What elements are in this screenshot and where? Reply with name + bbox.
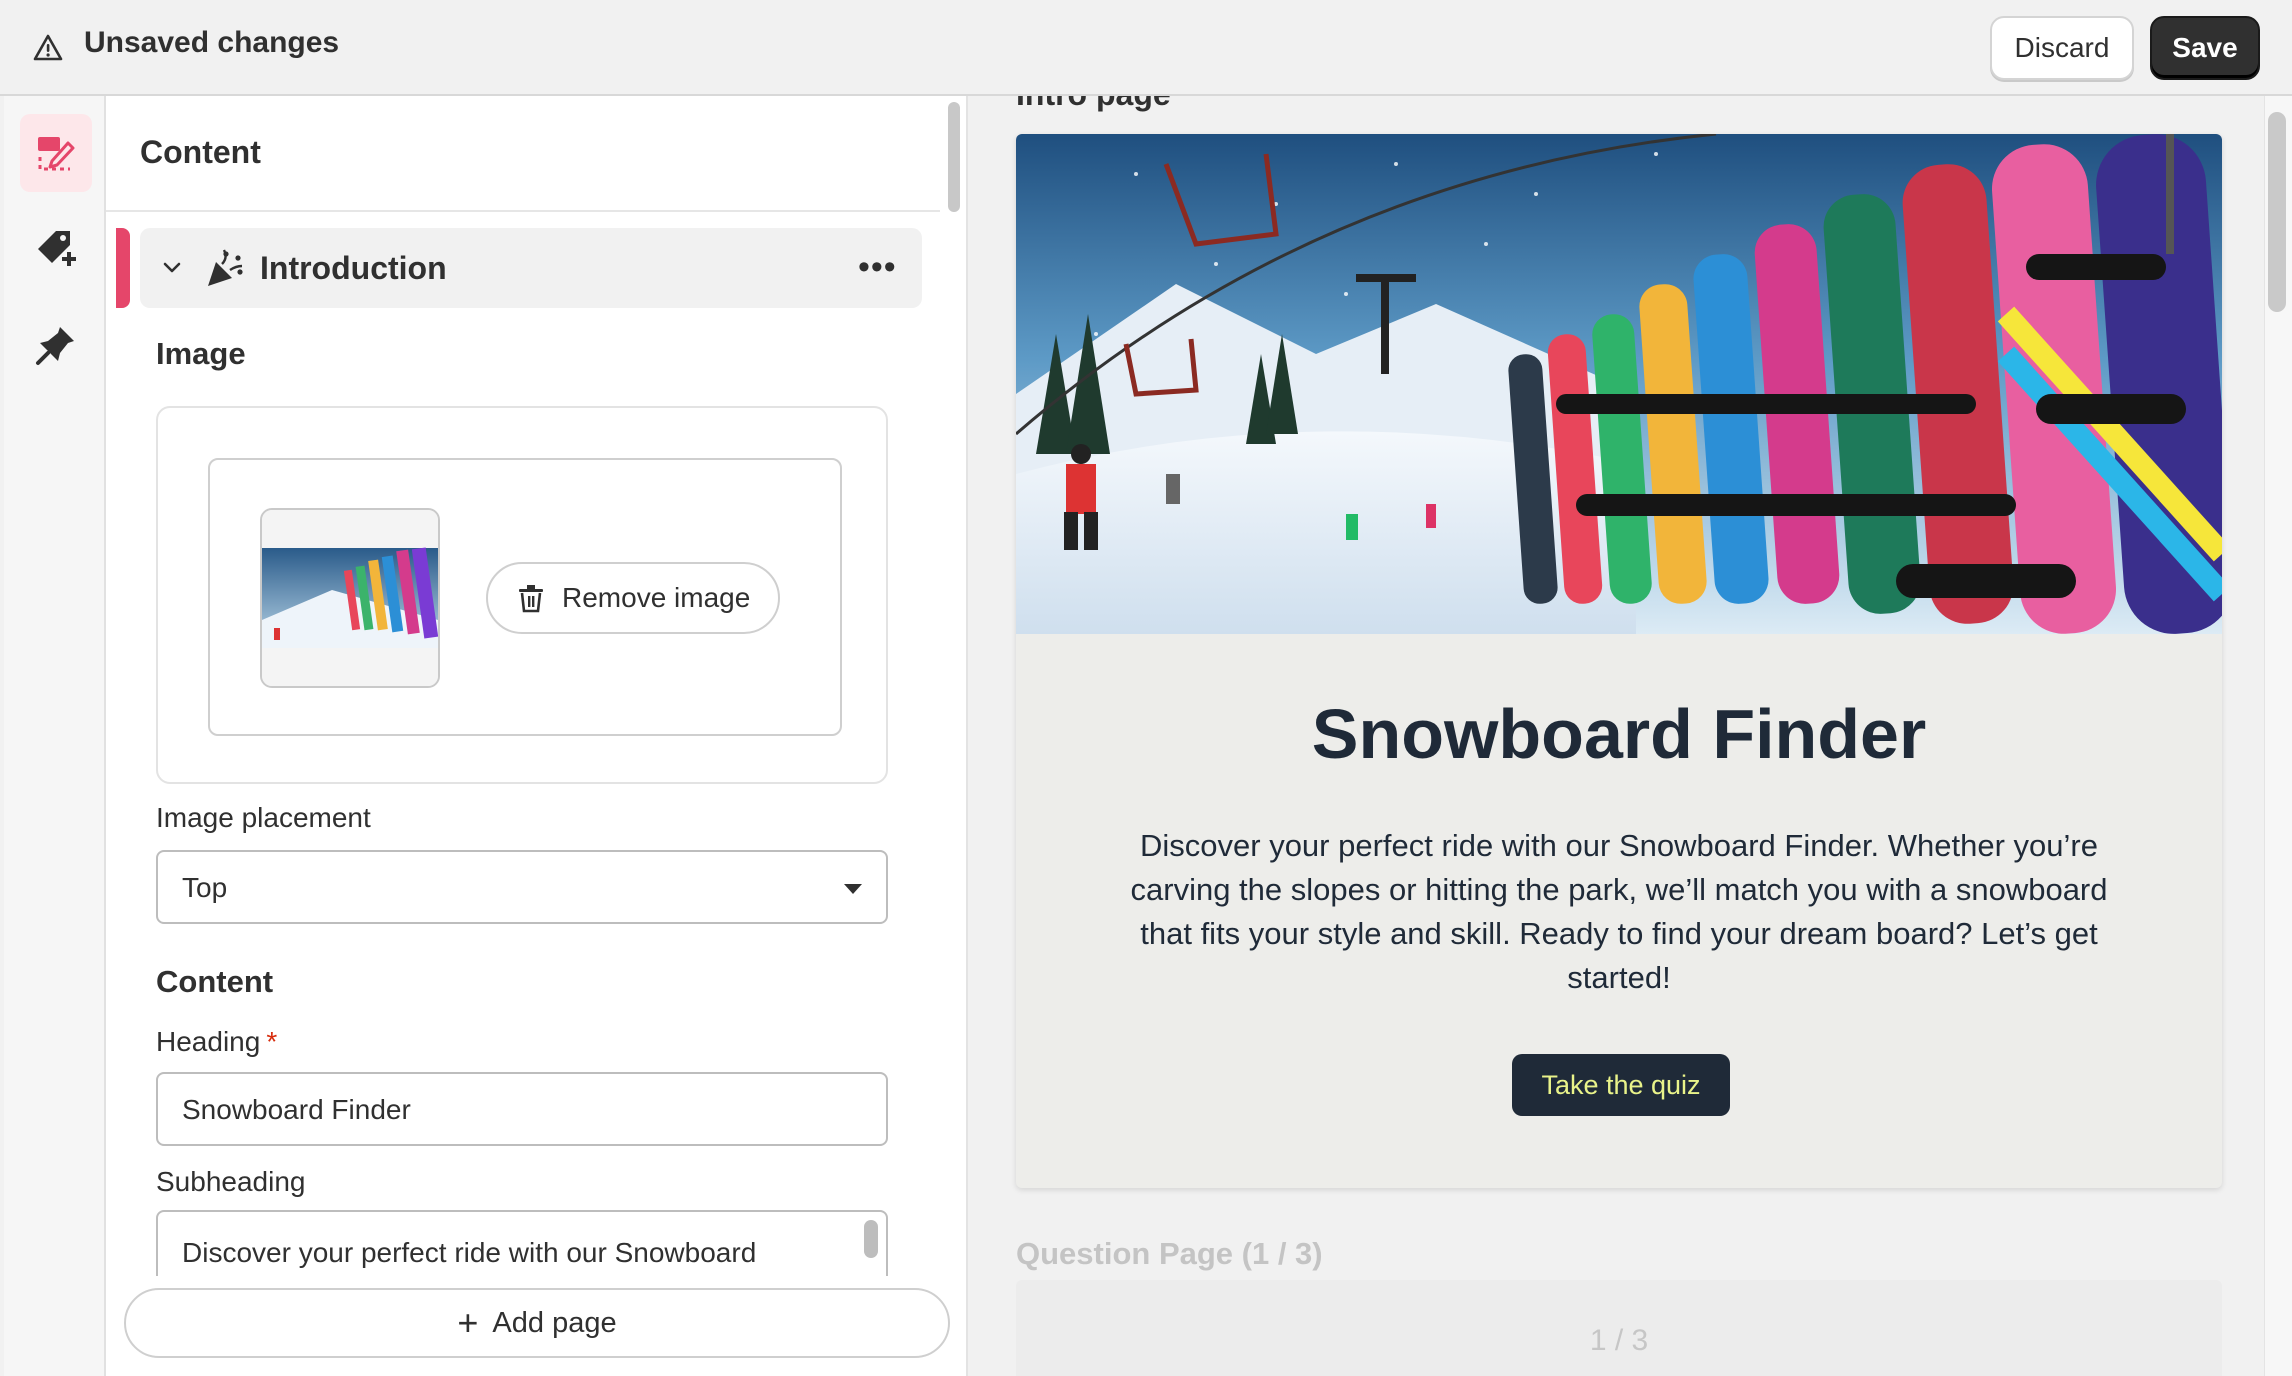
image-thumbnail xyxy=(260,508,440,688)
subheading-field-label: Subheading xyxy=(156,1166,306,1197)
pin-icon xyxy=(34,323,78,367)
rail-content-button[interactable] xyxy=(20,114,92,192)
heading-input-value: Snowboard Finder xyxy=(182,1094,411,1125)
add-page-button[interactable]: + Add page xyxy=(124,1288,950,1358)
select-caret-icon xyxy=(844,884,862,896)
discard-button[interactable]: Discard xyxy=(1990,16,2134,80)
plus-icon: + xyxy=(457,1302,479,1343)
top-bar: Unsaved changes Discard Save xyxy=(0,0,2292,96)
warning-icon xyxy=(32,32,64,64)
section-active-marker xyxy=(116,228,130,308)
image-card: Remove image xyxy=(156,406,888,784)
take-quiz-button[interactable]: Take the quiz xyxy=(1512,1054,1730,1116)
tag-add-icon xyxy=(34,227,78,271)
image-label: Image xyxy=(156,336,246,371)
intro-page-card: Snowboard Finder Discover your perfect r… xyxy=(1016,134,2222,1188)
preview-pane: Intro page xyxy=(968,96,2292,1376)
image-dropzone[interactable]: Remove image xyxy=(208,458,842,736)
rail-pin-button[interactable] xyxy=(20,306,92,384)
section-introduction[interactable]: Introduction ••• xyxy=(140,228,922,308)
unsaved-changes-title: Unsaved changes xyxy=(84,26,340,59)
editor-header: Content xyxy=(106,96,940,212)
editor-scrollbar[interactable] xyxy=(948,102,960,212)
content-section-label: Content xyxy=(156,964,274,999)
textarea-scrollbar[interactable] xyxy=(864,1220,878,1258)
question-page-card: 1 / 3 xyxy=(1016,1280,2222,1376)
trash-icon xyxy=(516,583,546,613)
more-actions-button[interactable]: ••• xyxy=(858,248,897,287)
preview-scrollbar[interactable] xyxy=(2268,112,2286,312)
content-edit-icon xyxy=(34,131,78,175)
icon-rail xyxy=(4,96,106,1376)
question-page-label: Question Page (1 / 3) xyxy=(1016,1236,1323,1271)
editor-panel: Content Introduction ••• Image Remove im… xyxy=(106,96,968,1376)
image-placement-select[interactable]: Top xyxy=(156,850,888,924)
section-label: Introduction xyxy=(260,250,447,286)
progress-indicator: 1 / 3 xyxy=(1589,1324,1649,1357)
heading-field-label: Heading * xyxy=(156,1026,278,1057)
image-placement-value: Top xyxy=(182,872,228,903)
hero-image xyxy=(1016,134,2222,634)
preview-subheading: Discover your perfect ride with our Snow… xyxy=(1130,828,2108,995)
heading-input[interactable]: Snowboard Finder xyxy=(156,1072,888,1146)
add-page-footer: + Add page xyxy=(106,1276,966,1376)
preview-heading: Snowboard Finder xyxy=(1311,695,1927,773)
image-placement-label: Image placement xyxy=(156,802,371,833)
confetti-icon xyxy=(202,246,246,290)
editor-title: Content xyxy=(140,134,261,170)
intro-page-label: Intro page xyxy=(1016,96,1171,113)
chevron-down-icon[interactable] xyxy=(160,256,184,280)
required-mark: * xyxy=(266,1026,278,1057)
remove-image-button[interactable]: Remove image xyxy=(486,562,780,634)
save-button[interactable]: Save xyxy=(2150,16,2260,80)
rail-tags-button[interactable] xyxy=(20,210,92,288)
add-page-label: Add page xyxy=(492,1306,617,1339)
remove-image-label: Remove image xyxy=(562,582,751,613)
